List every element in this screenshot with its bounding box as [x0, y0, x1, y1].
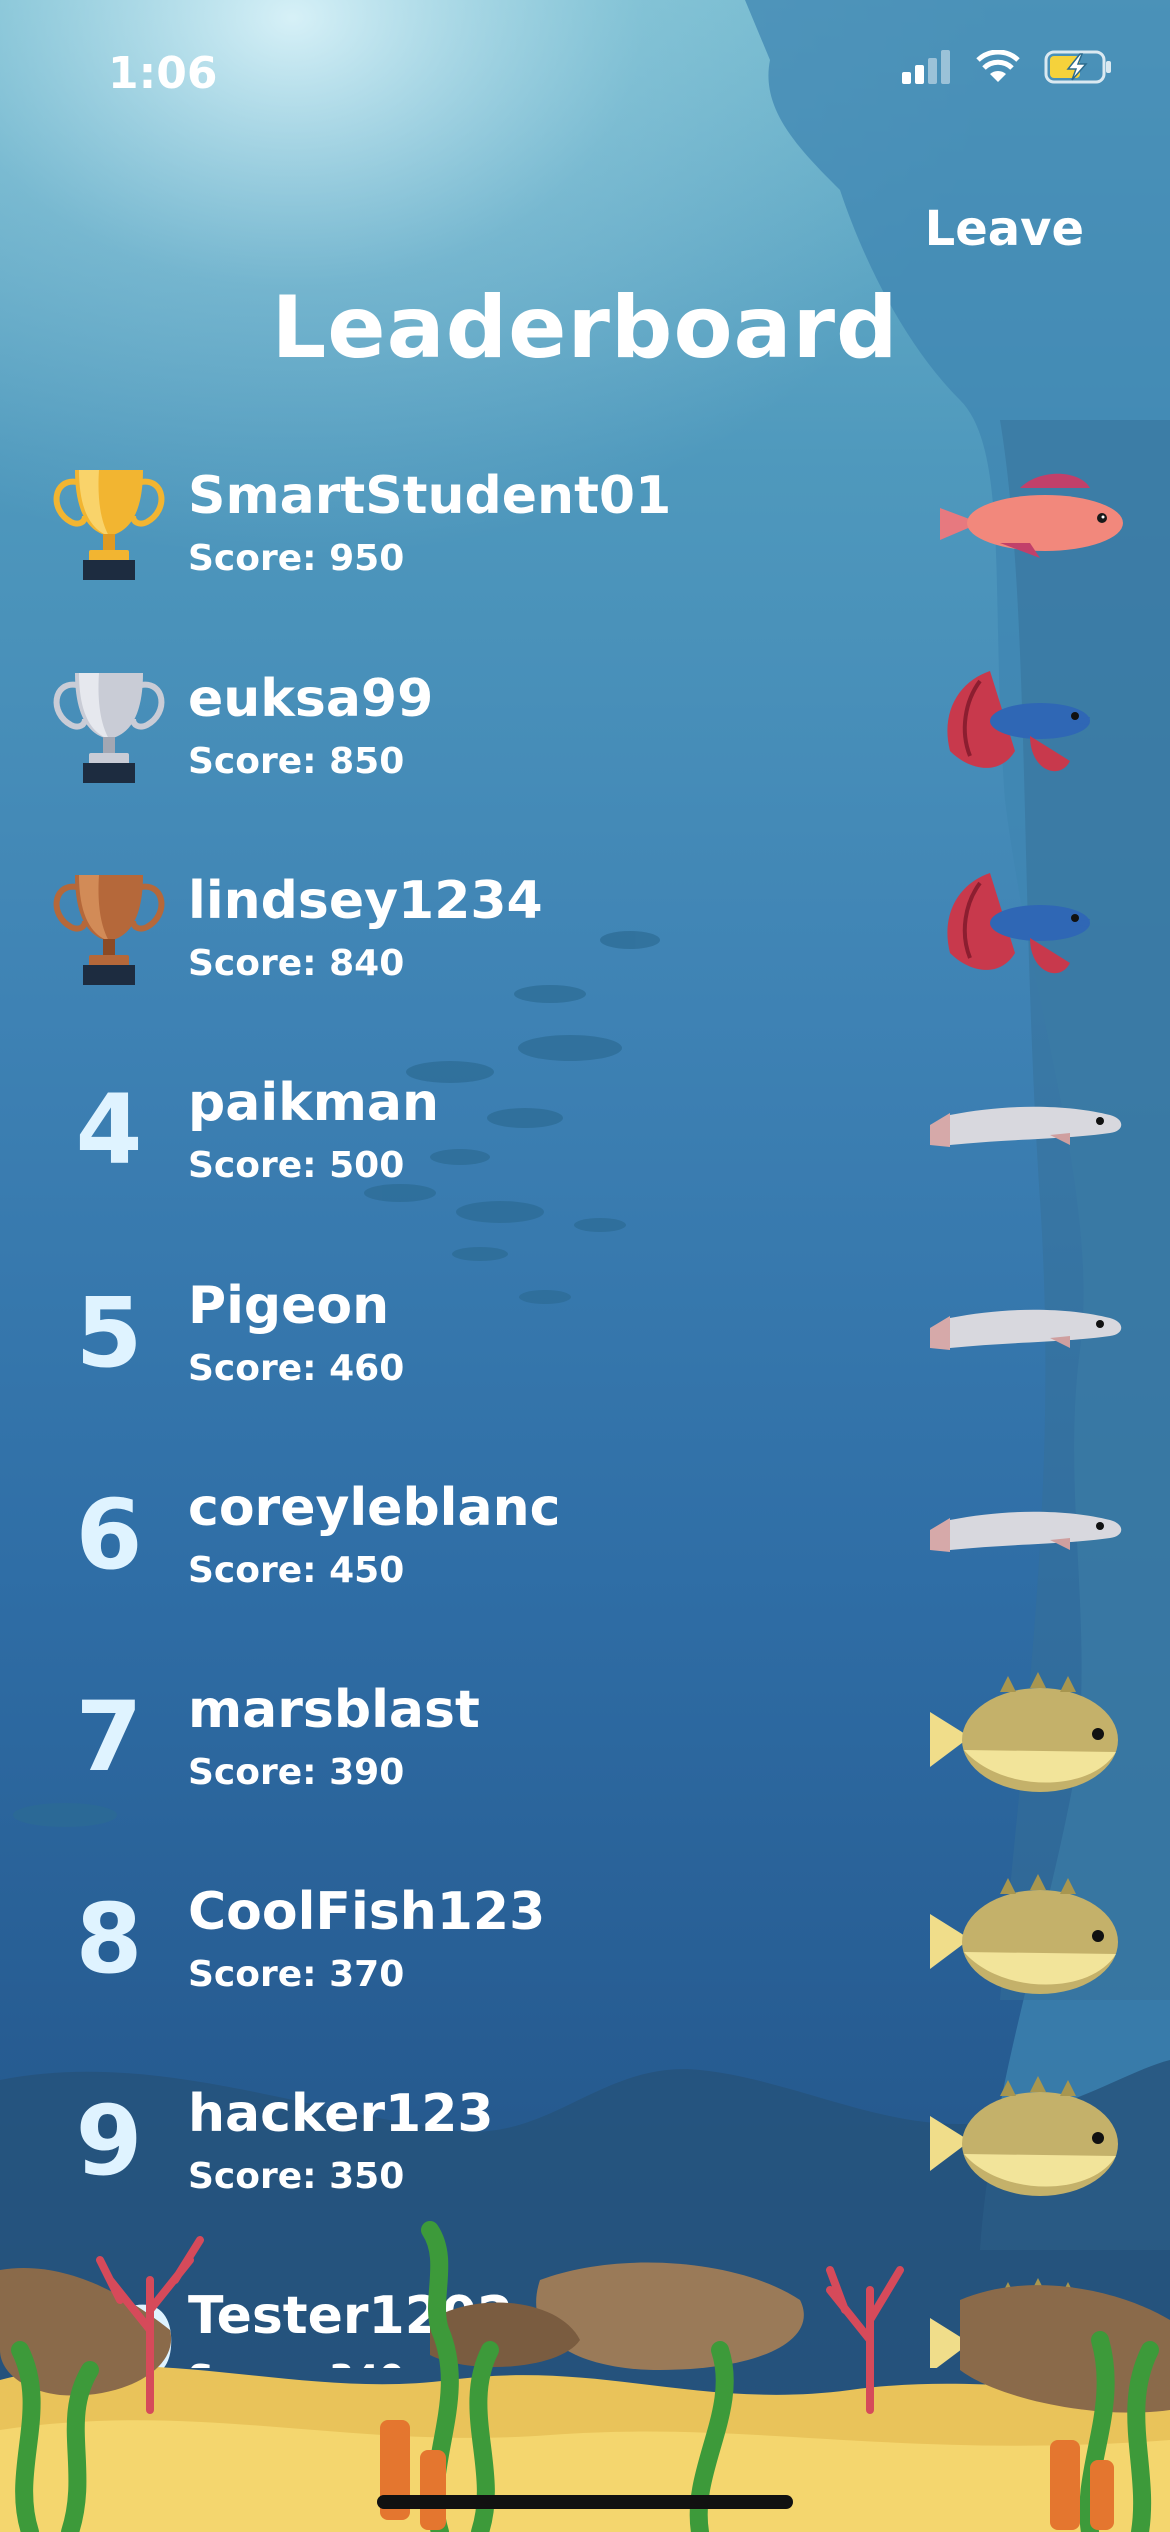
rank-number: 5: [75, 1277, 143, 1389]
puffer-fish-icon: [930, 1874, 1118, 1994]
leaderboard-row: 4 paikman Score: 500: [0, 1055, 1170, 1225]
rank-badge: 8: [44, 1864, 174, 2014]
eel-fish-icon: [930, 1511, 1122, 1552]
signal-icon: [902, 50, 950, 84]
status-time: 1:06: [108, 48, 218, 99]
player-name: hacker123: [188, 2084, 494, 2144]
rank-number: 6: [75, 1479, 143, 1591]
eel-fish-icon: [930, 1309, 1122, 1350]
leaderboard-row: 7 marsblast Score: 390: [0, 1662, 1170, 1832]
player-score: Score: 950: [188, 538, 405, 579]
puffer-fish-icon: [930, 1672, 1118, 1792]
player-name: Pigeon: [188, 1276, 390, 1336]
leaderboard-row: 8 CoolFish123 Score: 370: [0, 1864, 1170, 2034]
player-score: Score: 460: [188, 1348, 405, 1389]
gold-trophy-icon: [53, 470, 165, 580]
rank-number: 8: [75, 1883, 143, 1995]
player-name: marsblast: [188, 1680, 480, 1740]
player-name: euksa99: [188, 669, 434, 729]
battery-charging-icon: [1044, 50, 1111, 84]
leaderboard-row: 6 coreyleblanc Score: 450: [0, 1460, 1170, 1630]
status-bar: 1:06: [0, 40, 1170, 110]
rank-badge: 4: [44, 1055, 174, 1205]
bronze-trophy-icon: [53, 875, 165, 985]
rank-badge: 7: [44, 1662, 174, 1812]
player-score: Score: 850: [188, 741, 405, 782]
player-score: Score: 840: [188, 943, 405, 984]
wifi-icon: [976, 50, 1020, 82]
page-title: Leaderboard: [271, 278, 899, 378]
silver-trophy-icon: [53, 673, 165, 783]
rank-badge: [44, 853, 174, 1003]
rank-number: 7: [75, 1681, 143, 1793]
player-score: Score: 500: [188, 1145, 405, 1186]
player-score: Score: 370: [188, 1954, 405, 1995]
coral-reef-foreground: [0, 2221, 1170, 2532]
leaderboard-list[interactable]: SmartStudent01 Score: 950 euksa99 Score:…: [0, 448, 1170, 2368]
rank-badge: [44, 651, 174, 801]
betta-fish-icon: [947, 671, 1090, 772]
leave-button[interactable]: Leave: [919, 200, 1090, 258]
eel-fish-icon: [930, 1106, 1122, 1147]
leaderboard-row: SmartStudent01 Score: 950: [0, 448, 1170, 618]
player-score: Score: 450: [188, 1550, 405, 1591]
rank-number: 4: [75, 1074, 143, 1186]
leaderboard-row: 5 Pigeon Score: 460: [0, 1258, 1170, 1428]
player-name: coreyleblanc: [188, 1478, 561, 1538]
rank-badge: 6: [44, 1460, 174, 1610]
player-name: lindsey1234: [188, 871, 543, 931]
pink-fish-icon: [940, 473, 1123, 558]
player-name: paikman: [188, 1073, 440, 1133]
rank-badge: 5: [44, 1258, 174, 1408]
leaderboard-row: lindsey1234 Score: 840: [0, 853, 1170, 1023]
home-indicator[interactable]: [377, 2495, 793, 2509]
rank-badge: [44, 448, 174, 598]
player-score: Score: 390: [188, 1752, 405, 1793]
leaderboard-row: euksa99 Score: 850: [0, 651, 1170, 821]
player-name: SmartStudent01: [188, 466, 672, 526]
betta-fish-icon: [947, 873, 1090, 974]
player-name: CoolFish123: [188, 1882, 546, 1942]
